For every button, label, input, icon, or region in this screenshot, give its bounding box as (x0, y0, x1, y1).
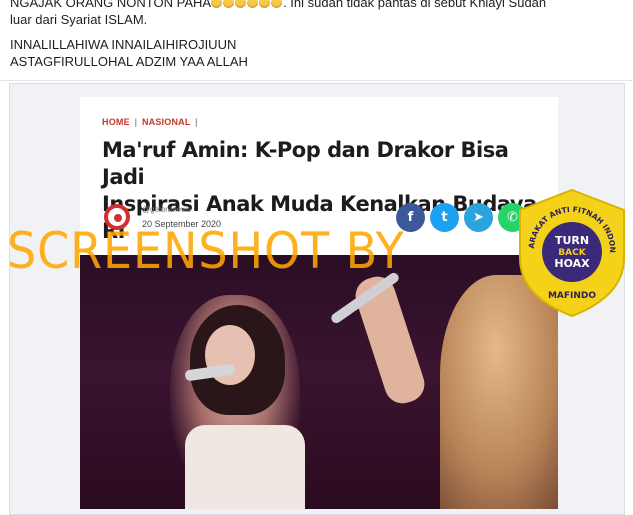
breadcrumb-separator-2: | (195, 117, 198, 127)
breadcrumb-separator: | (134, 117, 138, 127)
headline-line-1: Ma'ruf Amin: K-Pop dan Drakor Bisa Jadi (102, 138, 509, 189)
article-source: @geloranews (142, 205, 192, 214)
post-text: NGAJAK ORANG NONTON PAHA. Ini sudah tida… (10, 0, 620, 70)
post-line-4: ASTAGFIRULLOHAL ADZIM YAA ALLAH (10, 54, 248, 69)
badge-bottom-text: MAFINDO (548, 291, 596, 301)
badge-line-1: TURN (555, 234, 589, 247)
performer-dress (185, 425, 305, 509)
concert-photo (80, 255, 558, 509)
breadcrumb: HOME | NASIONAL | (102, 117, 200, 127)
article-screenshot: HOME | NASIONAL | Ma'ruf Amin: K-Pop dan… (80, 97, 558, 509)
post-line-3: INNALILLAHIWA INNAILAIHIROJIUUN (10, 37, 237, 52)
divider (0, 80, 633, 81)
watermark-text: SCREENSHOT BY (7, 222, 405, 280)
telegram-share-icon: ➤ (464, 203, 493, 232)
face-with-tears-of-joy-icon (211, 0, 283, 10)
breadcrumb-home: HOME (102, 117, 130, 127)
breadcrumb-section: NASIONAL (141, 117, 191, 127)
post-line-1: NGAJAK ORANG NONTON PAHA. Ini sudah tida… (10, 0, 620, 11)
post-line-2: luar dari Syariat ISLAM. (10, 12, 148, 27)
badge-line-3: HOAX (554, 257, 590, 270)
twitter-share-icon: t (430, 203, 459, 232)
mafindo-badge-icon: MASYARAKAT ANTI FITNAH INDONESIA TURN BA… (516, 188, 625, 318)
